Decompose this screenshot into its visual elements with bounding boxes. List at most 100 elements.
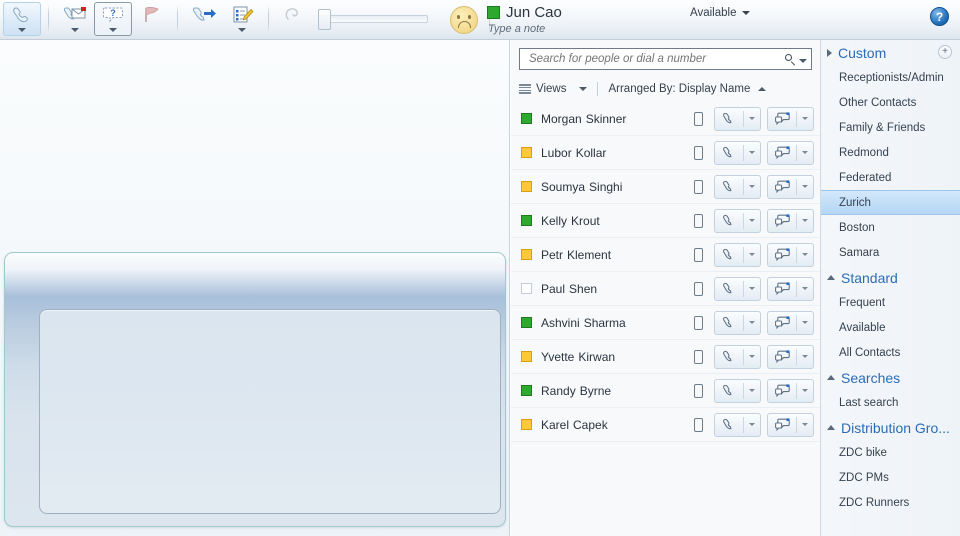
conversation-card[interactable] [4, 252, 506, 527]
contact-call-button[interactable] [714, 140, 761, 165]
sidebar-item-zdc-bike[interactable]: ZDC bike [821, 440, 960, 465]
call-options-chevron-down-icon[interactable] [744, 253, 760, 256]
chevron-down-icon[interactable] [579, 87, 588, 91]
forward-call-button[interactable] [185, 2, 223, 36]
contact-row[interactable]: Morgan Skinner [511, 102, 820, 136]
help-button[interactable]: ? [930, 7, 949, 26]
sidebar-item-boston[interactable]: Boston [821, 215, 960, 240]
call-options-chevron-down-icon[interactable] [744, 151, 760, 154]
chevron-down-icon[interactable] [71, 28, 79, 32]
sidebar-item-redmond[interactable]: Redmond [821, 140, 960, 165]
contact-call-button[interactable] [714, 208, 761, 233]
contact-im-button[interactable] [767, 310, 814, 335]
im-options-chevron-down-icon[interactable] [797, 321, 813, 324]
contact-call-button[interactable] [714, 310, 761, 335]
chevron-down-icon[interactable] [18, 28, 26, 32]
im-options-chevron-down-icon[interactable] [797, 219, 813, 222]
contact-call-button[interactable] [714, 344, 761, 369]
contact-call-button[interactable] [714, 174, 761, 199]
audio-device-button[interactable] [444, 2, 482, 36]
volume-slider-track[interactable] [318, 9, 428, 30]
search-icon[interactable] [785, 53, 807, 65]
sidebar-item-family-friends[interactable]: Family & Friends [821, 115, 960, 140]
chevron-down-icon[interactable] [799, 58, 807, 63]
chevron-down-icon[interactable] [827, 375, 835, 380]
chevron-down-icon[interactable] [827, 425, 835, 430]
contact-im-button[interactable] [767, 242, 814, 267]
contact-call-button[interactable] [714, 412, 761, 437]
volume-slider[interactable] [318, 2, 428, 36]
instant-message-button[interactable]: ? [94, 2, 132, 36]
contact-row[interactable]: Lubor Kollar [511, 136, 820, 170]
chevron-down-icon[interactable] [459, 28, 467, 32]
contact-row[interactable]: Karel Capek [511, 408, 820, 442]
contact-im-button[interactable] [767, 378, 814, 403]
sidebar-group-header-standard[interactable]: Standard [821, 265, 960, 290]
contact-im-button[interactable] [767, 174, 814, 199]
chevron-down-icon[interactable] [742, 11, 751, 15]
conversation-content-area[interactable] [39, 309, 501, 514]
call-options-chevron-down-icon[interactable] [744, 389, 760, 392]
contact-row[interactable]: Yvette Kirwan [511, 340, 820, 374]
sidebar-item-frequent[interactable]: Frequent [821, 290, 960, 315]
availability-dropdown[interactable]: Available [690, 7, 751, 19]
arranged-by-dropdown[interactable]: Arranged By: Display Name [608, 83, 767, 95]
sidebar-item-zdc-pms[interactable]: ZDC PMs [821, 465, 960, 490]
sidebar-group-header-custom[interactable]: Custom + [821, 40, 960, 65]
chevron-up-icon[interactable] [758, 87, 767, 91]
sidebar-item-samara[interactable]: Samara [821, 240, 960, 265]
call-options-chevron-down-icon[interactable] [744, 287, 760, 290]
contact-im-button[interactable] [767, 344, 814, 369]
contact-call-button[interactable] [714, 242, 761, 267]
sidebar-item-available[interactable]: Available [821, 315, 960, 340]
sidebar-item-zurich[interactable]: Zurich [821, 190, 960, 215]
contact-im-button[interactable] [767, 412, 814, 437]
contact-im-button[interactable] [767, 106, 814, 131]
groups-sidebar[interactable]: Custom + Receptionists/Admin Other Contact… [820, 40, 960, 536]
contact-im-button[interactable] [767, 140, 814, 165]
sidebar-group-header-searches[interactable]: Searches [821, 365, 960, 390]
sidebar-item-all-contacts[interactable]: All Contacts [821, 340, 960, 365]
im-options-chevron-down-icon[interactable] [797, 389, 813, 392]
im-options-chevron-down-icon[interactable] [797, 423, 813, 426]
chevron-down-icon[interactable] [109, 28, 117, 32]
add-group-button[interactable]: + [938, 45, 952, 59]
contact-row[interactable]: Kelly Krout [511, 204, 820, 238]
call-button[interactable] [3, 2, 41, 36]
sidebar-group-header-distribution-gro[interactable]: Distribution Gro... [821, 415, 960, 440]
contact-call-button[interactable] [714, 276, 761, 301]
volume-slider-handle[interactable] [318, 9, 331, 30]
im-options-chevron-down-icon[interactable] [797, 117, 813, 120]
contact-call-button[interactable] [714, 378, 761, 403]
chevron-down-icon[interactable] [238, 28, 246, 32]
contact-im-button[interactable] [767, 276, 814, 301]
im-options-chevron-down-icon[interactable] [797, 253, 813, 256]
call-options-chevron-down-icon[interactable] [744, 423, 760, 426]
contact-row[interactable]: Randy Byrne [511, 374, 820, 408]
sidebar-item-federated[interactable]: Federated [821, 165, 960, 190]
sidebar-item-zdc-runners[interactable]: ZDC Runners [821, 490, 960, 515]
chevron-right-icon[interactable] [827, 48, 832, 57]
search-box[interactable] [519, 48, 812, 70]
call-options-chevron-down-icon[interactable] [744, 117, 760, 120]
chevron-down-icon[interactable] [827, 275, 835, 280]
im-options-chevron-down-icon[interactable] [797, 151, 813, 154]
search-input[interactable] [527, 52, 785, 66]
flag-button[interactable] [132, 2, 170, 36]
contact-row[interactable]: Paul Shen [511, 272, 820, 306]
call-options-chevron-down-icon[interactable] [744, 355, 760, 358]
sidebar-item-receptionists-admin[interactable]: Receptionists/Admin [821, 65, 960, 90]
call-options-chevron-down-icon[interactable] [744, 321, 760, 324]
sidebar-item-last-search[interactable]: Last search [821, 390, 960, 415]
call-options-chevron-down-icon[interactable] [744, 185, 760, 188]
contact-row[interactable]: Ashvini Sharma [511, 306, 820, 340]
voicemail-button[interactable] [56, 2, 94, 36]
im-options-chevron-down-icon[interactable] [797, 185, 813, 188]
contact-list[interactable]: Morgan Skinner Lubor Kollar Soumya Singh… [511, 102, 820, 488]
contact-call-button[interactable] [714, 106, 761, 131]
contact-row[interactable]: Soumya Singhi [511, 170, 820, 204]
views-dropdown[interactable]: Views [519, 83, 588, 95]
contact-row[interactable]: Petr Klement [511, 238, 820, 272]
im-options-chevron-down-icon[interactable] [797, 287, 813, 290]
notes-button[interactable] [223, 2, 261, 36]
